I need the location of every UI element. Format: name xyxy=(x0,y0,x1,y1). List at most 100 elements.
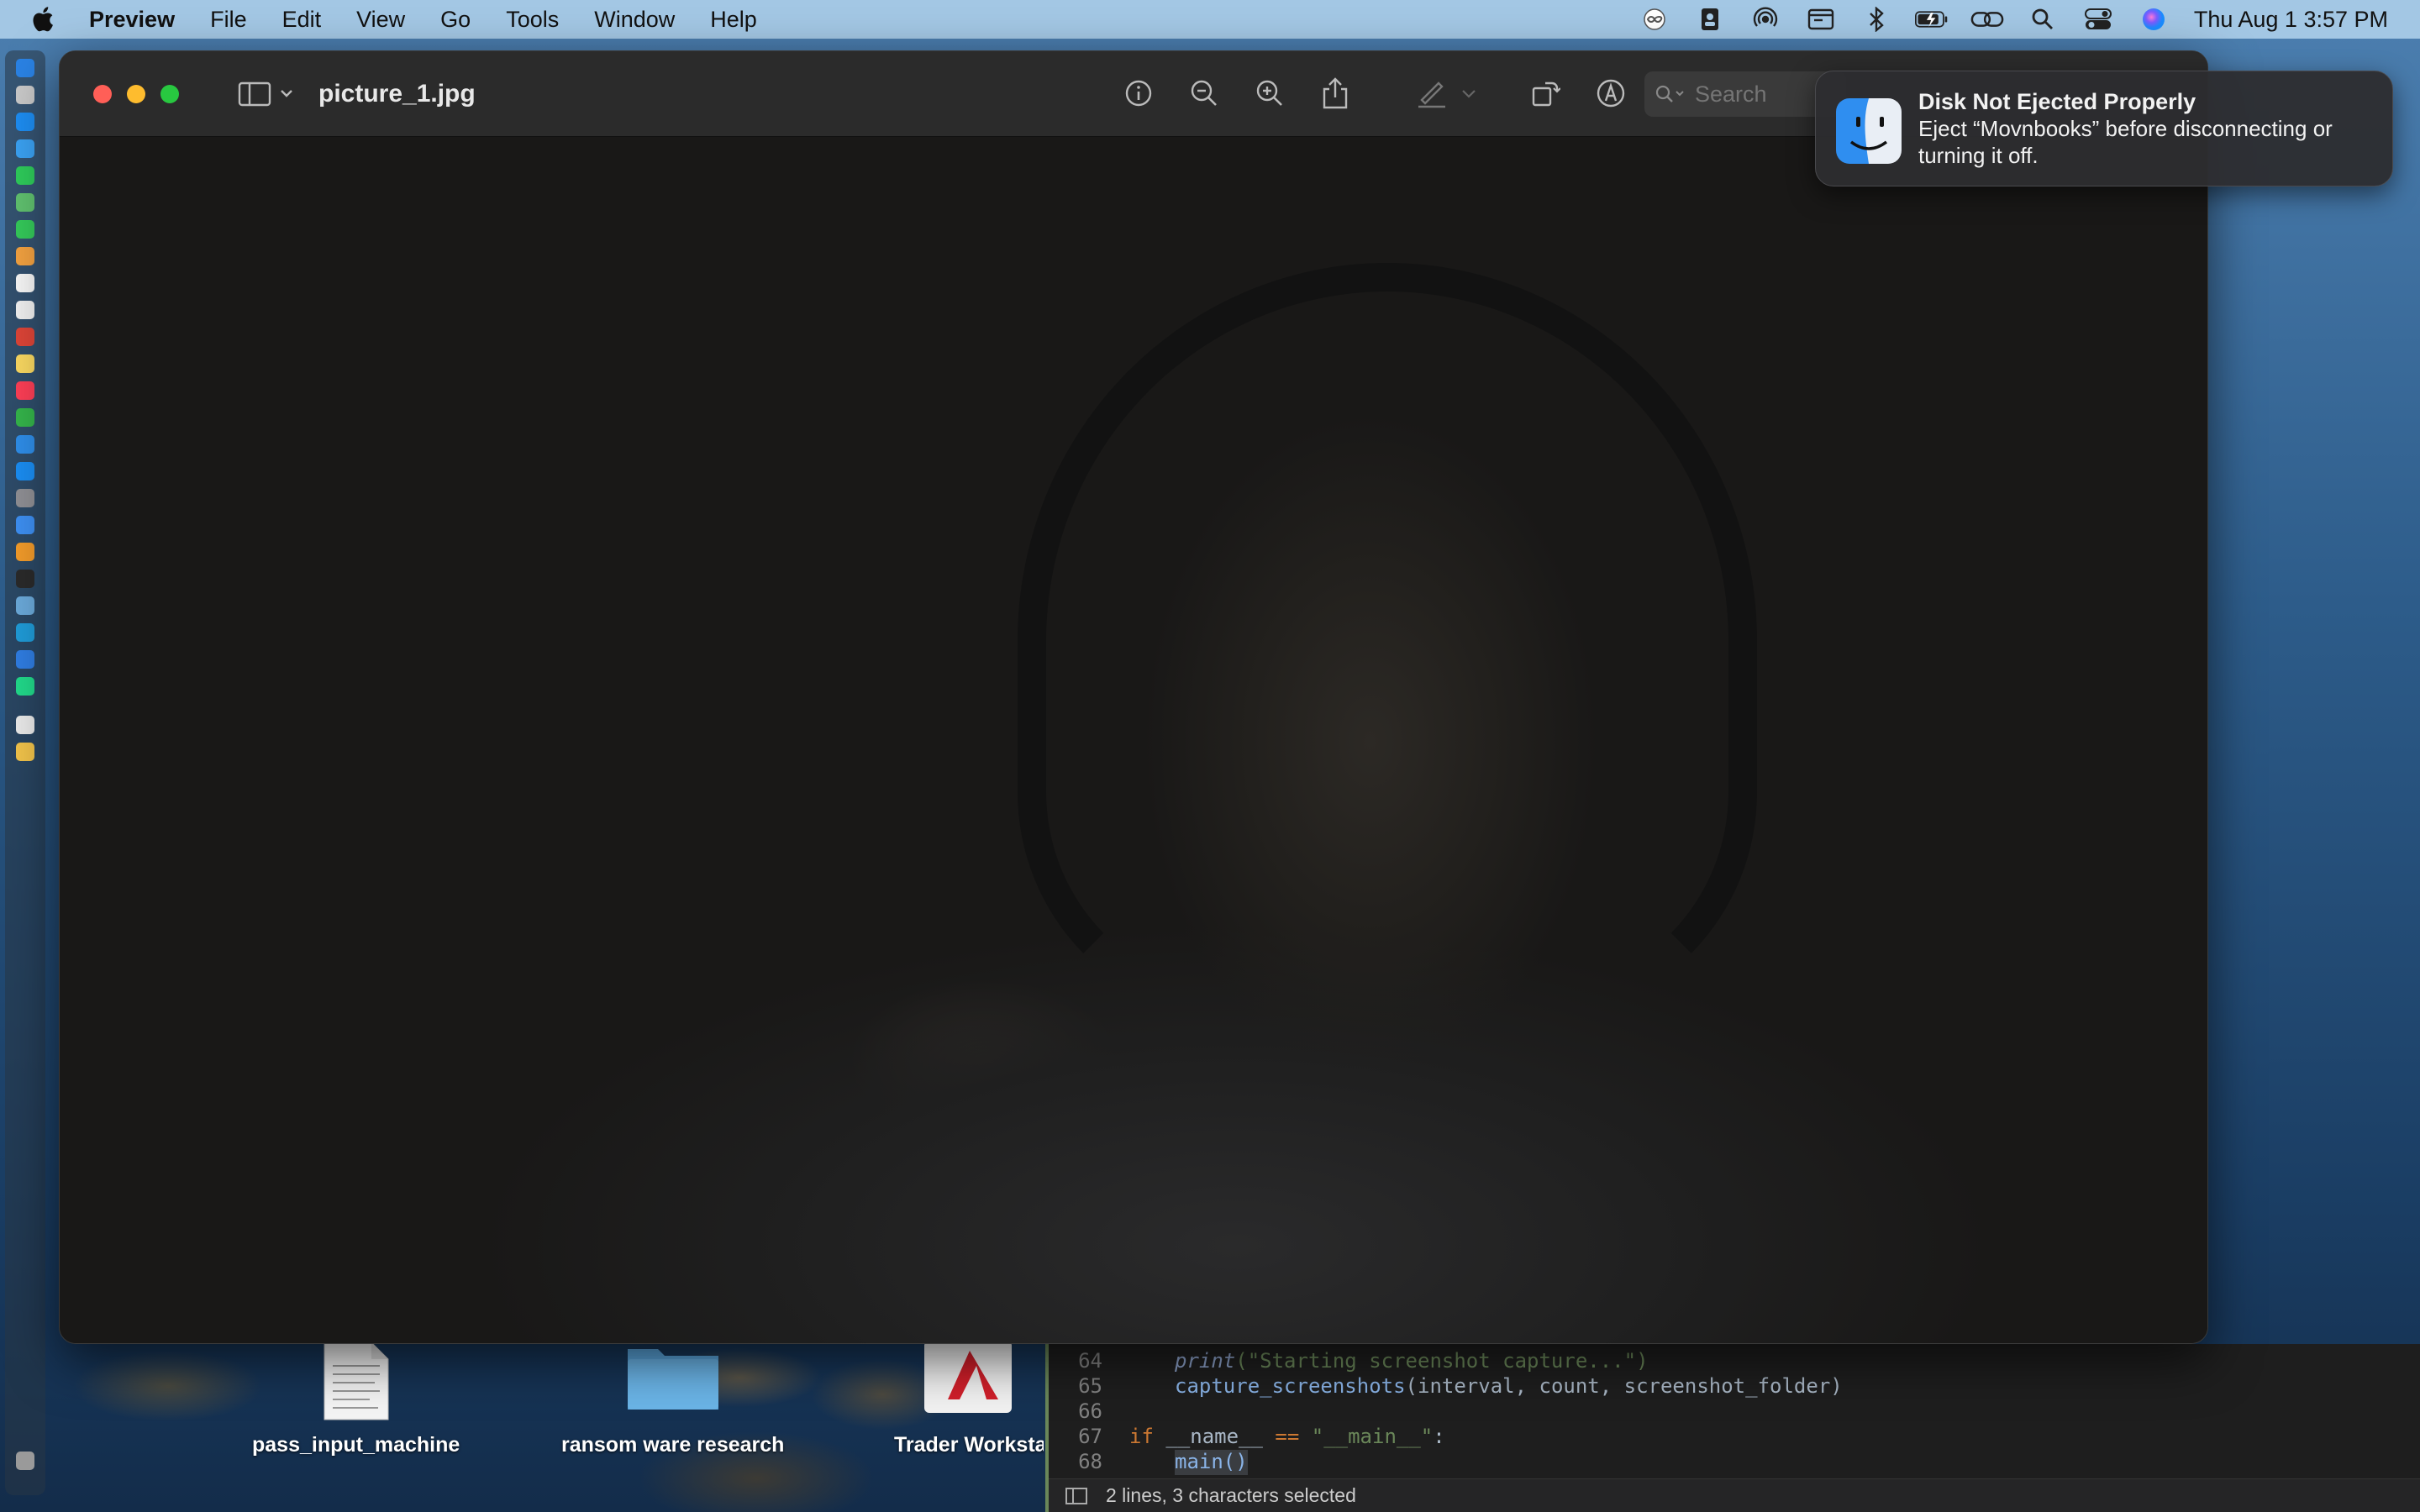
desktop-icon-label: ransom ware research xyxy=(561,1433,785,1457)
menu-go[interactable]: Go xyxy=(440,7,471,33)
code-line: 66 xyxy=(1049,1399,1102,1425)
pycharm-app-icon[interactable] xyxy=(16,677,34,696)
launchpad-app-icon[interactable] xyxy=(16,86,34,104)
finder-app-icon[interactable] xyxy=(16,59,34,77)
highlight-button[interactable] xyxy=(1413,75,1449,112)
code-editor[interactable]: 64 print("Starting screenshot capture...… xyxy=(1045,1344,2420,1512)
menu-edit[interactable]: Edit xyxy=(282,7,322,33)
music-app-icon[interactable] xyxy=(16,381,34,400)
line-number: 65 xyxy=(1078,1374,1102,1398)
calendar-app-icon[interactable] xyxy=(16,274,34,292)
info-icon xyxy=(1125,80,1152,107)
edge-app-icon[interactable] xyxy=(16,623,34,642)
sidebar-icon xyxy=(238,81,292,106)
desktop-icon-label: Trader Worksta xyxy=(894,1433,1044,1457)
mail-app-icon[interactable] xyxy=(16,139,34,158)
highlight-menu-button[interactable] xyxy=(1456,75,1481,112)
editor-status-bar: 2 lines, 3 characters selected xyxy=(1049,1478,2420,1512)
bluetooth-app-icon[interactable] xyxy=(16,650,34,669)
document-app-icon[interactable] xyxy=(16,716,34,734)
facetime-app-icon[interactable] xyxy=(16,166,34,185)
siri-icon[interactable] xyxy=(2137,7,2170,32)
menu-bar-clock[interactable]: Thu Aug 1 3:57 PM xyxy=(2194,7,2388,33)
line-number: 67 xyxy=(1078,1425,1102,1448)
keynote-app-icon[interactable] xyxy=(16,435,34,454)
code-token: (interval, count, screenshot_folder) xyxy=(1405,1374,1843,1398)
notification-text: Disk Not Ejected Properly Eject “Movnboo… xyxy=(1918,88,2372,169)
menu-view[interactable]: View xyxy=(356,7,405,33)
notification-banner[interactable]: Disk Not Ejected Properly Eject “Movnboo… xyxy=(1815,71,2393,186)
search-icon xyxy=(1655,85,1684,102)
menu-tools[interactable]: Tools xyxy=(506,7,559,33)
menu-window[interactable]: Window xyxy=(594,7,675,33)
preview-app-icon[interactable] xyxy=(16,596,34,615)
menu-app-preview[interactable]: Preview xyxy=(89,7,175,33)
desktop-icon-trader-workstation[interactable]: Trader Worksta xyxy=(892,1341,1044,1457)
notification-title: Disk Not Ejected Properly xyxy=(1918,89,2196,114)
display-icon[interactable] xyxy=(1804,7,1838,32)
line-number: 66 xyxy=(1078,1399,1102,1423)
desktop-icon-label: pass_input_machine xyxy=(252,1433,460,1457)
rotate-icon xyxy=(1532,81,1560,107)
menu-file[interactable]: File xyxy=(210,7,247,33)
zoom-window-button[interactable] xyxy=(160,84,179,103)
sidebar-toggle-icon[interactable] xyxy=(1065,1487,1087,1504)
apple-menu-icon[interactable] xyxy=(30,5,59,34)
infinity-icon[interactable] xyxy=(1638,7,1671,32)
airdrop-icon[interactable] xyxy=(1749,7,1782,32)
trash-icon[interactable] xyxy=(16,1452,34,1470)
code-line: 64 print("Starting screenshot capture...… xyxy=(1049,1349,1649,1374)
sublime-app-icon[interactable] xyxy=(16,543,34,561)
code-token: "__main__" xyxy=(1299,1425,1434,1448)
settings-app-icon[interactable] xyxy=(16,489,34,507)
markup-button[interactable] xyxy=(1592,75,1629,112)
code-token: ("Starting screenshot capture...") xyxy=(1235,1349,1649,1373)
info-button[interactable] xyxy=(1120,75,1157,112)
notes-app-icon[interactable] xyxy=(16,354,34,373)
code-line: 68 main() xyxy=(1049,1450,1248,1475)
code-token: == xyxy=(1275,1425,1300,1448)
code-token: main() xyxy=(1175,1450,1248,1473)
reminders-app-icon[interactable] xyxy=(16,301,34,319)
desktop-icon-ransom-ware-research[interactable]: ransom ware research xyxy=(561,1341,784,1457)
terminal-app-icon[interactable] xyxy=(16,570,34,588)
messages-app-icon[interactable] xyxy=(16,220,34,239)
numbers-app-icon[interactable] xyxy=(16,408,34,427)
rotate-button[interactable] xyxy=(1527,75,1564,112)
link-icon[interactable] xyxy=(1970,7,2004,32)
app-store-app-icon[interactable] xyxy=(16,462,34,480)
share-icon xyxy=(1323,77,1348,109)
markup-icon xyxy=(1597,79,1625,108)
chevron-down-icon xyxy=(1462,90,1476,98)
desktop-icon-pass-input-machine[interactable]: pass_input_machine xyxy=(252,1341,460,1457)
contacts-icon[interactable] xyxy=(1693,7,1727,32)
share-button[interactable] xyxy=(1317,75,1354,112)
zoom-out-icon xyxy=(1191,80,1217,106)
close-window-button[interactable] xyxy=(93,84,112,103)
zoom-in-button[interactable] xyxy=(1251,75,1288,112)
menu-help[interactable]: Help xyxy=(710,7,757,33)
control-center-icon[interactable] xyxy=(2081,7,2115,32)
spotlight-icon[interactable] xyxy=(2026,7,2060,32)
code-token: __name__ xyxy=(1153,1425,1276,1448)
code-token: if xyxy=(1129,1425,1154,1448)
sidebar-toggle-button[interactable] xyxy=(238,76,297,113)
maps-app-icon[interactable] xyxy=(16,193,34,212)
photos-app-icon[interactable] xyxy=(16,247,34,265)
selection-status: 2 lines, 3 characters selected xyxy=(1106,1484,1356,1506)
xcode-app-icon[interactable] xyxy=(16,516,34,534)
folder-app-icon[interactable] xyxy=(16,743,34,761)
menu-bar: Preview File Edit View Go Tools Window H… xyxy=(0,0,2420,39)
photo-subject xyxy=(1018,263,1757,1019)
minimize-window-button[interactable] xyxy=(127,84,145,103)
zoom-out-button[interactable] xyxy=(1186,75,1223,112)
photo-content xyxy=(60,137,2207,1343)
document-icon xyxy=(324,1341,389,1420)
battery-icon[interactable] xyxy=(1914,7,1949,32)
bluetooth-icon[interactable] xyxy=(1860,7,1893,32)
chrome-app-icon[interactable] xyxy=(16,328,34,346)
safari-app-icon[interactable] xyxy=(16,113,34,131)
dock xyxy=(5,50,45,1495)
line-number: 68 xyxy=(1078,1450,1102,1473)
zoom-in-icon xyxy=(1256,80,1282,106)
